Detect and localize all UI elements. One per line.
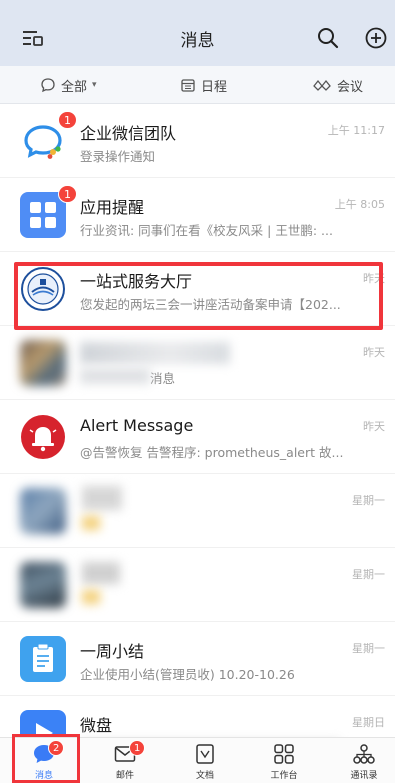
filter-bar: 全部 ▾ 日程 会议 <box>0 66 395 104</box>
conversation-time: 昨天 <box>363 346 385 359</box>
conversation-time: 昨天 <box>363 420 385 433</box>
filter-schedule-label: 日程 <box>201 79 228 95</box>
list-item[interactable]: 一周小结 企业使用小结(管理员收) 10.20-10.26 星期一 <box>0 622 395 696</box>
redacted-name <box>82 562 120 584</box>
conversation-name: 微盘 <box>80 716 113 735</box>
filter-all-label: 全部 <box>61 79 88 95</box>
redacted-preview <box>82 590 100 604</box>
meeting-icon <box>313 79 331 91</box>
filter-schedule[interactable]: 日程 <box>180 66 227 104</box>
weekly-summary-avatar <box>20 636 66 682</box>
conversation-name: 企业微信团队 <box>80 124 177 143</box>
tab-label: 文档 <box>195 771 214 781</box>
filter-meeting[interactable]: 会议 <box>312 66 363 104</box>
tab-label: 通讯录 <box>350 771 378 781</box>
tab-mail[interactable]: 1 邮件 <box>95 738 155 783</box>
conversation-time: 星期一 <box>352 642 385 655</box>
redacted-name <box>80 342 230 364</box>
plus-circle-icon[interactable] <box>364 26 388 50</box>
unread-badge: 1 <box>58 111 77 129</box>
search-icon[interactable] <box>316 26 340 50</box>
annotation-highlight-box <box>14 262 383 330</box>
list-item[interactable]: 消息 昨天 <box>0 326 395 400</box>
list-item[interactable]: 星期一 <box>0 474 395 548</box>
conversation-time: 星期日 <box>352 716 385 729</box>
unread-badge: 1 <box>58 185 77 203</box>
conversation-preview: 登录操作通知 <box>80 149 156 164</box>
tab-badge: 1 <box>129 740 146 756</box>
workbench-grid-icon <box>274 744 294 764</box>
conversation-preview: @告警恢复 告警程序: prometheus_alert 故... <box>80 445 344 460</box>
list-item[interactable]: Alert Message @告警恢复 告警程序: prometheus_ale… <box>0 400 395 474</box>
list-item[interactable]: 1 企业微信团队 登录操作通知 上午 11:17 <box>0 104 395 178</box>
clipboard-icon <box>33 643 53 672</box>
conversation-name: Alert Message <box>80 416 194 435</box>
conversation-time: 上午 11:17 <box>327 124 385 137</box>
tab-workbench[interactable]: 工作台 <box>254 738 314 783</box>
conversation-name: 应用提醒 <box>80 198 145 217</box>
conversation-preview: 消息 <box>150 371 176 386</box>
tab-label: 工作台 <box>270 771 298 781</box>
annotation-highlight-box <box>12 734 80 783</box>
filter-all[interactable]: 全部 ▾ <box>40 66 97 104</box>
tab-label: 邮件 <box>115 771 134 781</box>
conversation-time: 上午 8:05 <box>334 198 385 211</box>
conversation-time: 星期一 <box>352 568 385 581</box>
document-icon <box>196 744 214 764</box>
group-avatar <box>20 340 66 386</box>
conversation-time: 星期一 <box>352 494 385 507</box>
chat-bubble-icon <box>41 78 55 93</box>
conversation-preview: 行业资讯: 同事们在看《校友风采 | 王世鹏: ... <box>80 223 333 238</box>
redacted-name <box>82 486 122 510</box>
alert-avatar <box>20 414 66 460</box>
group-avatar <box>20 562 66 608</box>
redacted-preview <box>80 368 150 384</box>
redacted-preview <box>82 516 100 530</box>
top-bar: 消息 <box>0 0 395 66</box>
conversation-preview: 企业使用小结(管理员收) 10.20-10.26 <box>80 667 295 682</box>
chevron-down-icon: ▾ <box>92 80 97 90</box>
contacts-tree-icon <box>353 744 375 764</box>
conversation-name: 一周小结 <box>80 642 145 661</box>
tab-docs[interactable]: 文档 <box>175 738 235 783</box>
bell-icon <box>21 415 65 459</box>
tab-contacts[interactable]: 通讯录 <box>334 738 394 783</box>
calendar-icon <box>181 79 195 92</box>
group-avatar <box>20 488 66 534</box>
list-item[interactable]: 星期一 <box>0 548 395 622</box>
filter-meeting-label: 会议 <box>337 79 364 95</box>
list-item[interactable]: 1 应用提醒 行业资讯: 同事们在看《校友风采 | 王世鹏: ... 上午 8:… <box>0 178 395 252</box>
